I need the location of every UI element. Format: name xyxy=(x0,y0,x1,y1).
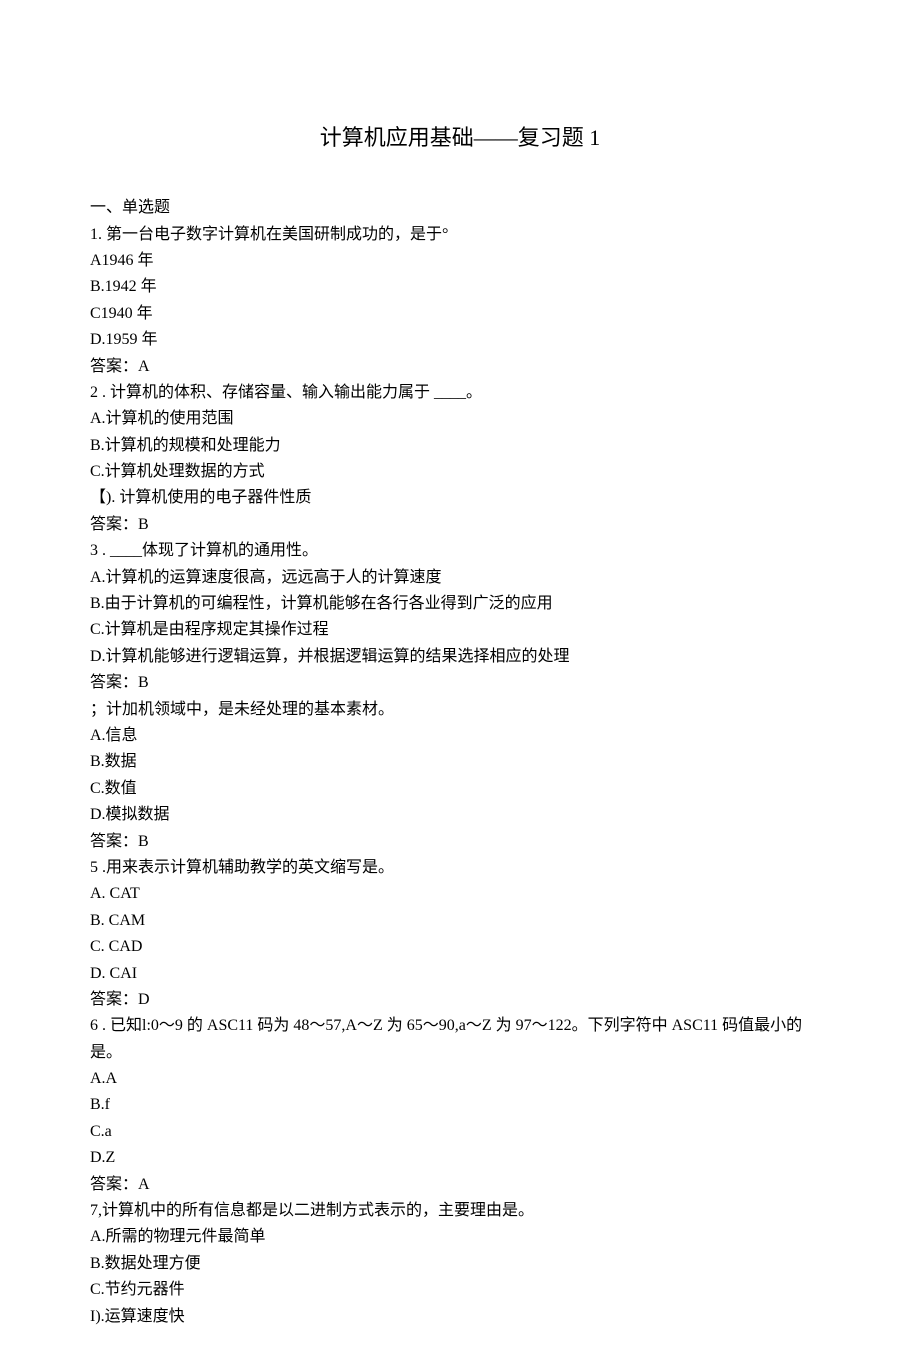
answer: 答案：B xyxy=(90,512,830,538)
answer: 答案：B xyxy=(90,829,830,855)
option-c: C.a xyxy=(90,1119,830,1145)
option-b: B.数据处理方便 xyxy=(90,1251,830,1277)
option-c: C.计算机处理数据的方式 xyxy=(90,459,830,485)
option-c: C. CAD xyxy=(90,934,830,960)
option-a: A.计算机的使用范围 xyxy=(90,406,830,432)
question-text: 7,计算机中的所有信息都是以二进制方式表示的，主要理由是。 xyxy=(90,1198,830,1224)
question-text: 1. 第一台电子数字计算机在美国研制成功的，是于° xyxy=(90,222,830,248)
option-b: B. CAM xyxy=(90,908,830,934)
question-text: ；计加机领域中，是未经处理的基本素材。 xyxy=(90,697,830,723)
option-d: D.模拟数据 xyxy=(90,802,830,828)
option-a: A. CAT xyxy=(90,881,830,907)
option-b: B.计算机的规模和处理能力 xyxy=(90,433,830,459)
option-b: B.f xyxy=(90,1092,830,1118)
option-a: A.A xyxy=(90,1066,830,1092)
option-b: B.由于计算机的可编程性，计算机能够在各行各业得到广泛的应用 xyxy=(90,591,830,617)
option-a: A.所需的物理元件最简单 xyxy=(90,1224,830,1250)
option-c: C.计算机是由程序规定其操作过程 xyxy=(90,617,830,643)
answer: 答案：B xyxy=(90,670,830,696)
option-a: A.计算机的运算速度很高，远远高于人的计算速度 xyxy=(90,565,830,591)
section-header: 一、单选题 xyxy=(90,195,830,221)
option-a: A1946 年 xyxy=(90,248,830,274)
question-text: 6 . 已知l:0～9 的 ASC11 码为 48～57,A～Z 为 65～90… xyxy=(90,1013,830,1066)
question-text: 5 .用来表示计算机辅助教学的英文缩写是。 xyxy=(90,855,830,881)
answer: 答案：A xyxy=(90,1172,830,1198)
option-b: B.数据 xyxy=(90,749,830,775)
question-text: 2 . 计算机的体积、存储容量、输入输出能力属于 ____。 xyxy=(90,380,830,406)
option-d: D.Z xyxy=(90,1145,830,1171)
answer: 答案：A xyxy=(90,354,830,380)
option-c: C.节约元器件 xyxy=(90,1277,830,1303)
question-text: 3 . ____体现了计算机的通用性。 xyxy=(90,538,830,564)
option-d: D.1959 年 xyxy=(90,327,830,353)
option-a: A.信息 xyxy=(90,723,830,749)
document-title: 计算机应用基础——复习题 1 xyxy=(90,120,830,155)
option-d: D.计算机能够进行逻辑运算，并根据逻辑运算的结果选择相应的处理 xyxy=(90,644,830,670)
option-d: 【). 计算机使用的电子器件性质 xyxy=(90,485,830,511)
option-b: B.1942 年 xyxy=(90,274,830,300)
option-d: D. CAI xyxy=(90,961,830,987)
option-c: C.数值 xyxy=(90,776,830,802)
option-c: C1940 年 xyxy=(90,301,830,327)
answer: 答案：D xyxy=(90,987,830,1013)
option-d: I).运算速度快 xyxy=(90,1304,830,1330)
